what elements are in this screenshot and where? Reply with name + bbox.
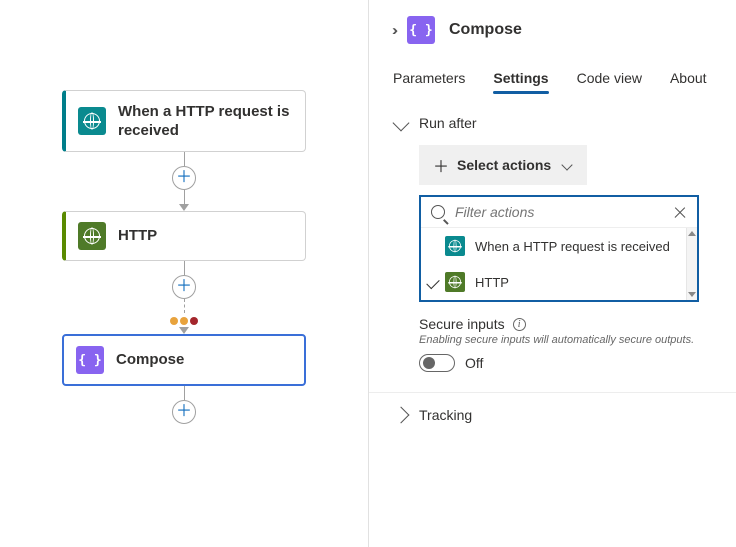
secure-inputs-label: Secure inputs: [419, 316, 505, 332]
actions-list[interactable]: When a HTTP request is received HTTP: [421, 227, 697, 300]
node-trigger[interactable]: When a HTTP request is received: [62, 90, 306, 152]
secure-inputs-hint: Enabling secure inputs will automaticall…: [419, 334, 712, 346]
panel-title: Compose: [449, 21, 522, 39]
add-step-button[interactable]: ＋: [172, 166, 196, 190]
section-run-after-label: Run after: [419, 115, 477, 131]
action-option-http[interactable]: HTTP: [421, 264, 697, 300]
section-run-after-header[interactable]: Run after: [393, 115, 712, 131]
details-panel: ›› { } Compose Parameters Settings Code …: [368, 0, 736, 547]
chevron-right-icon: [393, 407, 410, 424]
section-tracking-label: Tracking: [419, 407, 472, 423]
tab-about[interactable]: About: [670, 66, 707, 94]
section-tracking-header[interactable]: Tracking: [393, 407, 712, 423]
scroll-up-icon[interactable]: [688, 231, 696, 236]
add-step-button[interactable]: ＋: [172, 400, 196, 424]
status-dots: [170, 317, 198, 325]
filter-actions-input[interactable]: [453, 203, 665, 221]
secure-inputs-state: Off: [465, 355, 483, 371]
braces-icon: { }: [407, 16, 435, 44]
panel-tabs: Parameters Settings Code view About: [393, 66, 712, 95]
globe-icon: [445, 272, 465, 292]
clear-filter-button[interactable]: [673, 205, 687, 219]
action-option-label: When a HTTP request is received: [475, 239, 670, 254]
connector: ＋: [0, 261, 368, 334]
node-trigger-label: When a HTTP request is received: [118, 102, 293, 141]
actions-dropdown: When a HTTP request is received HTTP: [419, 195, 699, 302]
secure-inputs-toggle[interactable]: [419, 354, 455, 372]
node-compose[interactable]: { } Compose: [62, 334, 306, 386]
action-option-label: HTTP: [475, 275, 509, 290]
braces-icon: { }: [76, 346, 104, 374]
tab-code-view[interactable]: Code view: [577, 66, 642, 94]
connector: ＋: [0, 386, 368, 424]
chevron-down-icon: [562, 159, 573, 170]
scroll-down-icon[interactable]: [688, 292, 696, 297]
globe-icon: [78, 222, 106, 250]
add-step-button[interactable]: ＋: [172, 275, 196, 299]
node-http-label: HTTP: [118, 226, 157, 246]
select-actions-button[interactable]: ＋ Select actions: [419, 145, 587, 185]
node-compose-label: Compose: [116, 350, 184, 370]
globe-icon: [78, 107, 106, 135]
action-option-trigger[interactable]: When a HTTP request is received: [421, 228, 697, 264]
node-http[interactable]: HTTP: [62, 211, 306, 261]
section-run-after: Run after ＋ Select actions When a HTTP r…: [393, 115, 712, 372]
search-icon: [431, 205, 445, 219]
plus-icon: ＋: [433, 153, 449, 177]
workflow-canvas: When a HTTP request is received ＋ HTTP ＋…: [0, 0, 368, 547]
checkmark-icon: [426, 275, 439, 288]
tab-parameters[interactable]: Parameters: [393, 66, 465, 94]
divider: [369, 392, 736, 393]
info-icon[interactable]: i: [513, 318, 526, 331]
tab-settings[interactable]: Settings: [493, 66, 548, 94]
globe-icon: [445, 236, 465, 256]
section-tracking: Tracking: [393, 407, 712, 423]
connector: ＋: [0, 152, 368, 211]
secure-inputs-block: Secure inputs i Enabling secure inputs w…: [419, 316, 712, 372]
select-actions-label: Select actions: [457, 157, 551, 173]
chevron-down-icon: [393, 115, 410, 132]
